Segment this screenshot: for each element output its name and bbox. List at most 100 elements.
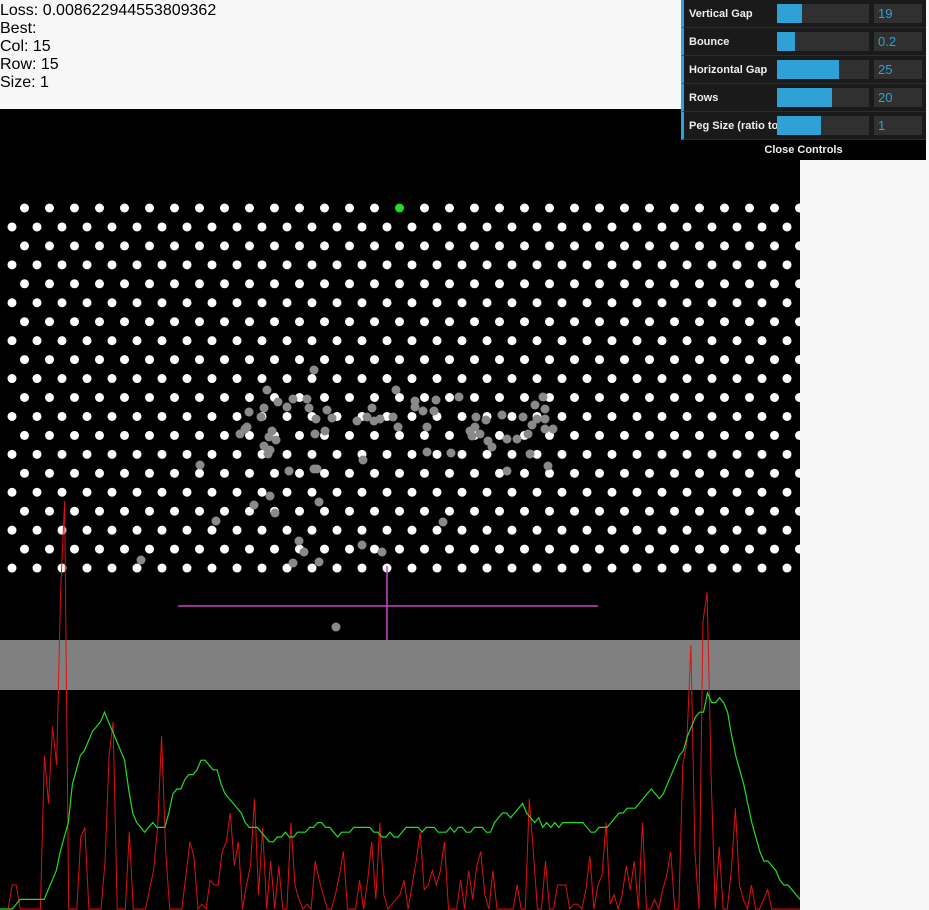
peg (370, 241, 379, 251)
control-slider-fill (777, 88, 833, 107)
peg (95, 317, 104, 327)
control-label: Vertical Gap (689, 8, 753, 20)
peg (207, 298, 217, 308)
peg (507, 260, 517, 270)
peg (470, 279, 479, 289)
peg (520, 544, 529, 554)
col-line: Col: 15 (0, 38, 216, 56)
close-controls-button[interactable]: Close Controls (681, 140, 926, 160)
peg (557, 563, 567, 573)
peg (632, 260, 642, 270)
peg (745, 241, 754, 251)
peg (370, 468, 379, 478)
peg (70, 544, 79, 554)
peg (482, 260, 492, 270)
peg (320, 241, 329, 251)
control-slider[interactable] (777, 60, 869, 79)
peg (370, 317, 379, 327)
peg (532, 374, 542, 384)
peg (557, 260, 567, 270)
peg (45, 241, 54, 251)
peg (470, 393, 479, 402)
peg (7, 260, 17, 270)
peg (520, 468, 529, 478)
peg (132, 260, 142, 270)
ball (282, 402, 292, 412)
peg (720, 393, 729, 402)
peg (195, 468, 204, 478)
peg (595, 506, 604, 516)
peg (70, 355, 79, 365)
peg (795, 430, 800, 440)
control-number-input[interactable]: 19 (874, 4, 922, 23)
ball (314, 497, 324, 507)
peg (420, 544, 429, 554)
peg (445, 393, 454, 402)
peg (507, 563, 517, 573)
simulation-canvas[interactable] (0, 109, 800, 910)
peg (107, 525, 117, 535)
peg (745, 279, 754, 289)
peg (95, 203, 104, 213)
peg (732, 260, 742, 270)
peg (395, 430, 404, 440)
peg (95, 430, 104, 440)
control-slider[interactable] (777, 32, 869, 51)
control-number-input[interactable]: 25 (874, 60, 922, 79)
peg (570, 279, 579, 289)
peg (232, 525, 242, 535)
peg (157, 411, 167, 421)
control-slider[interactable] (777, 116, 869, 135)
peg (182, 260, 192, 270)
peg (757, 222, 767, 232)
ball (288, 394, 298, 404)
peg (345, 203, 354, 213)
control-slider[interactable] (777, 4, 869, 23)
peg (520, 317, 529, 327)
peg (282, 336, 292, 346)
peg (170, 506, 179, 516)
peg (245, 241, 254, 251)
peg (257, 260, 267, 270)
control-number-input[interactable]: 20 (874, 88, 922, 107)
peg (582, 260, 592, 270)
peg (320, 203, 329, 213)
control-label: Horizontal Gap (689, 64, 768, 76)
peg (45, 203, 54, 213)
peg (482, 336, 492, 346)
peg (670, 241, 679, 251)
control-number-input[interactable]: 0.2 (874, 32, 922, 51)
peg (82, 374, 92, 384)
peg (720, 506, 729, 516)
peg (207, 411, 217, 421)
peg (732, 563, 742, 573)
peg (507, 336, 517, 346)
peg (257, 374, 267, 384)
peg (407, 563, 417, 573)
peg (245, 279, 254, 289)
peg (270, 317, 279, 327)
peg (145, 279, 154, 289)
peg (757, 336, 767, 346)
peg (632, 411, 642, 421)
peg (520, 355, 529, 365)
peg (545, 506, 554, 516)
peg (295, 279, 304, 289)
control-slider-fill (777, 4, 802, 23)
control-slider[interactable] (777, 88, 869, 107)
peg (445, 203, 454, 213)
peg (495, 506, 504, 516)
peg (132, 487, 142, 497)
peg (620, 544, 629, 554)
stats-panel: Loss: 0.008622944553809362 Best: Col: 15… (0, 2, 216, 92)
peg (207, 260, 217, 270)
peg (145, 355, 154, 365)
peg (132, 222, 142, 232)
ball (195, 460, 205, 470)
control-number-input[interactable]: 1 (874, 116, 922, 135)
ball (369, 416, 379, 426)
ball (249, 500, 259, 510)
peg (332, 487, 342, 497)
peg (345, 393, 354, 402)
peg (207, 487, 217, 497)
